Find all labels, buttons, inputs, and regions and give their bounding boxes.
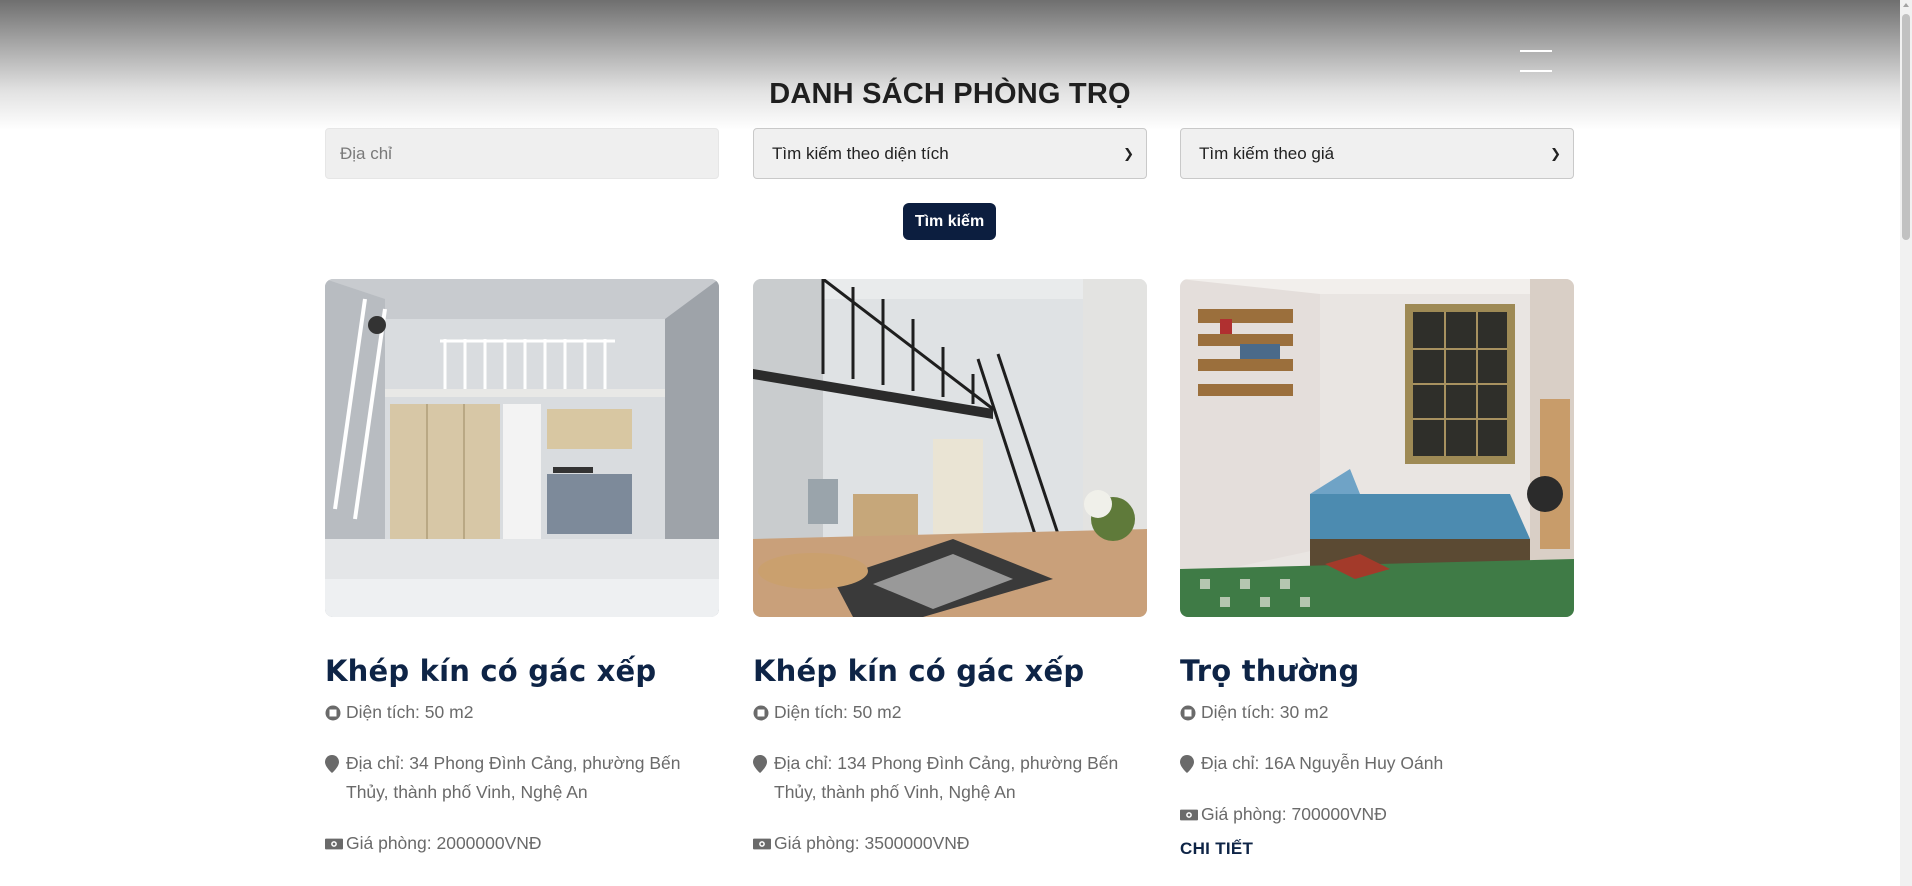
room-area-text: Diện tích: 50 m2 <box>346 702 474 722</box>
room-price: Giá phòng: 2000000VNĐ <box>325 829 719 858</box>
hamburger-menu-icon[interactable] <box>1520 50 1552 72</box>
money-icon <box>325 829 343 858</box>
room-price: Giá phòng: 700000VNĐ <box>1180 800 1574 829</box>
room-address: Địa chỉ: 134 Phong Đình Cảng, phường Bến… <box>753 749 1147 807</box>
detail-link[interactable]: CHI TIẾT <box>1180 839 1574 859</box>
room-card: Khép kín có gác xếp Diện tích: 50 m2 Địa… <box>325 279 719 858</box>
page-title: DANH SÁCH PHÒNG TRỌ <box>769 78 1131 110</box>
room-price: Giá phòng: 3500000VNĐ <box>753 829 1147 858</box>
price-select[interactable]: Tìm kiếm theo giá ❯ <box>1180 128 1574 179</box>
scrollbar-thumb[interactable] <box>1902 14 1910 240</box>
chevron-down-icon: ❯ <box>1550 145 1561 161</box>
money-icon <box>753 829 771 858</box>
room-area: Diện tích: 50 m2 <box>753 698 1147 727</box>
room-price-text: Giá phòng: 2000000VNĐ <box>346 833 542 853</box>
area-icon <box>325 698 343 727</box>
room-photo[interactable] <box>753 279 1147 617</box>
chevron-down-icon: ❯ <box>1123 145 1134 161</box>
room-price-text: Giá phòng: 700000VNĐ <box>1201 804 1387 824</box>
room-price-text: Giá phòng: 3500000VNĐ <box>774 833 970 853</box>
room-address-text: Địa chỉ: 16A Nguyễn Huy Oánh <box>1201 753 1444 773</box>
map-marker-icon <box>1180 749 1198 778</box>
area-select-label: Tìm kiếm theo diện tích <box>772 143 949 163</box>
room-address: Địa chỉ: 16A Nguyễn Huy Oánh <box>1180 749 1574 778</box>
room-title[interactable]: Trọ thường <box>1180 654 1574 688</box>
room-photo[interactable] <box>325 279 719 617</box>
room-title[interactable]: Khép kín có gác xếp <box>753 654 1147 688</box>
room-address: Địa chỉ: 34 Phong Đình Cảng, phường Bến … <box>325 749 719 807</box>
room-card: Khép kín có gác xếp Diện tích: 50 m2 Địa… <box>753 279 1147 858</box>
money-icon <box>1180 800 1198 829</box>
area-icon <box>753 698 771 727</box>
scroll-up-icon[interactable] <box>1903 3 1909 7</box>
room-card: Trọ thường Diện tích: 30 m2 Địa chỉ: 16A… <box>1180 279 1574 859</box>
address-input[interactable]: Địa chỉ <box>325 128 719 179</box>
price-select-label: Tìm kiếm theo giá <box>1199 143 1335 163</box>
room-area: Diện tích: 50 m2 <box>325 698 719 727</box>
room-area: Diện tích: 30 m2 <box>1180 698 1574 727</box>
search-button[interactable]: Tìm kiếm <box>903 203 996 240</box>
room-photo[interactable] <box>1180 279 1574 617</box>
room-address-text: Địa chỉ: 34 Phong Đình Cảng, phường Bến … <box>346 753 681 802</box>
room-area-text: Diện tích: 30 m2 <box>1201 702 1329 722</box>
scrollbar[interactable] <box>1900 0 1912 886</box>
area-select[interactable]: Tìm kiếm theo diện tích ❯ <box>753 128 1147 179</box>
map-marker-icon <box>753 749 771 778</box>
room-area-text: Diện tích: 50 m2 <box>774 702 902 722</box>
room-title[interactable]: Khép kín có gác xếp <box>325 654 719 688</box>
map-marker-icon <box>325 749 343 778</box>
address-placeholder: Địa chỉ <box>340 143 392 163</box>
room-address-text: Địa chỉ: 134 Phong Đình Cảng, phường Bến… <box>774 753 1119 802</box>
area-icon <box>1180 698 1198 727</box>
